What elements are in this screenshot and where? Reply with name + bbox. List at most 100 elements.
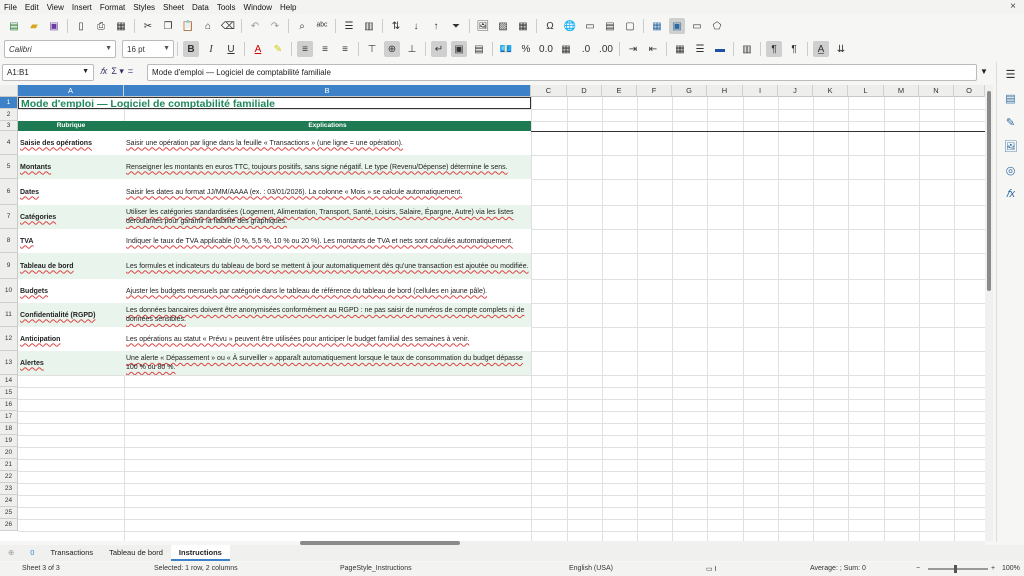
border-style-icon[interactable]: ☰ <box>692 41 708 57</box>
row-header-21[interactable]: 21 <box>0 459 18 471</box>
rubrique-cell[interactable]: Confidentialité (RGPD) <box>18 303 124 327</box>
define-print-area-icon[interactable]: ▢ <box>622 18 638 34</box>
increase-indent-icon[interactable]: ⇥ <box>625 41 641 57</box>
sheet-tab-instructions[interactable]: Instructions <box>170 545 230 561</box>
clone-formatting-icon[interactable]: ⌂ <box>200 18 216 34</box>
selection-mode-icon[interactable]: ▭ I <box>706 565 717 573</box>
column-header-g[interactable]: G <box>672 85 707 97</box>
explication-cell[interactable]: Saisir les dates au format JJ/MM/AAAA (e… <box>124 179 531 205</box>
row-header-4[interactable]: 4 <box>0 131 18 155</box>
row-header-2[interactable]: 2 <box>0 109 18 121</box>
font-size-combo[interactable]: 16 pt ▼ <box>122 40 174 58</box>
status-language[interactable]: English (USA) <box>569 565 613 572</box>
row-header-9[interactable]: 9 <box>0 253 18 279</box>
sheet-nav[interactable]: 0 <box>22 545 42 561</box>
menu-icon[interactable]: ☰ <box>1003 66 1019 82</box>
border-color-icon[interactable]: ▬ <box>712 41 728 57</box>
status-pagestyle[interactable]: PageStyle_Instructions <box>340 565 412 572</box>
rubrique-cell[interactable]: Alertes <box>18 351 124 375</box>
date-icon[interactable]: ▦ <box>558 41 574 57</box>
close-document-icon[interactable]: × <box>1010 1 1016 12</box>
explication-cell[interactable]: Saisir une opération par ligne dans la f… <box>124 131 531 155</box>
corner-select-all[interactable] <box>0 85 18 97</box>
explication-cell[interactable]: Les formules et indicateurs du tableau d… <box>124 253 531 279</box>
explication-cell[interactable]: Renseigner les montants en euros TTC, to… <box>124 155 531 179</box>
functions-icon[interactable]: 𝑓x <box>1003 186 1019 202</box>
show-draw-functions-icon[interactable]: ▭ <box>689 18 705 34</box>
text-vertical-icon[interactable]: A̲ <box>813 41 829 57</box>
row-header-24[interactable]: 24 <box>0 495 18 507</box>
sheet-title[interactable]: Mode d'emploi — Logiciel de comptabilité… <box>18 97 531 109</box>
name-box[interactable]: A1:B1 ▼ <box>2 64 94 81</box>
row-header-16[interactable]: 16 <box>0 399 18 411</box>
spreadsheet-grid[interactable]: A B C D E F G H I J K L M N O 1 2 3 4 5 6 7 8 9 10 11 12 13 14 15 16 17… <box>0 85 985 541</box>
wrap-text-icon[interactable]: ↵ <box>431 41 447 57</box>
menu-styles[interactable]: Styles <box>129 3 159 12</box>
menu-edit[interactable]: Edit <box>21 3 43 12</box>
menu-data[interactable]: Data <box>188 3 213 12</box>
formula-input[interactable]: Mode d'emploi — Logiciel de comptabilité… <box>147 64 977 81</box>
sum-icon[interactable]: Σ ▾ <box>111 66 124 77</box>
sheet-tab-transactions[interactable]: Transactions <box>42 545 101 561</box>
add-decimal-icon[interactable]: .0 <box>578 41 594 57</box>
italic-icon[interactable]: I <box>203 41 219 57</box>
rubrique-cell[interactable]: Catégories <box>18 205 124 229</box>
rubrique-cell[interactable]: Dates <box>18 179 124 205</box>
column-header-f[interactable]: F <box>637 85 672 97</box>
expand-formula-icon[interactable]: ▼ <box>980 67 988 76</box>
explication-cell[interactable]: Ajuster les budgets mensuels par catégor… <box>124 279 531 303</box>
properties-icon[interactable]: ▤ <box>1003 90 1019 106</box>
zoom-knob[interactable] <box>954 565 957 573</box>
column-header-k[interactable]: K <box>813 85 848 97</box>
rubrique-cell[interactable]: Montants <box>18 155 124 179</box>
row-header-6[interactable]: 6 <box>0 179 18 205</box>
align-bottom-icon[interactable]: ⊥ <box>404 41 420 57</box>
find-replace-icon[interactable]: ⌕ <box>294 18 310 34</box>
insert-image-icon[interactable]: 🖼 <box>475 18 491 34</box>
undo-icon[interactable]: ↶ <box>247 18 263 34</box>
row-header-23[interactable]: 23 <box>0 483 18 495</box>
pivot-table-icon[interactable]: ▦ <box>515 18 531 34</box>
comment-icon[interactable]: ▭ <box>582 18 598 34</box>
column-header-n[interactable]: N <box>919 85 954 97</box>
explication-cell[interactable]: Une alerte « Dépassement » ou « À survei… <box>124 351 531 375</box>
column-header-j[interactable]: J <box>778 85 813 97</box>
explication-cell[interactable]: Utiliser les catégories standardisées (L… <box>124 205 531 229</box>
menu-file[interactable]: File <box>0 3 21 12</box>
row-header-11[interactable]: 11 <box>0 303 18 327</box>
font-name-combo[interactable]: Calibri ▼ <box>4 40 116 58</box>
row-header-10[interactable]: 10 <box>0 279 18 303</box>
zoom-out-icon[interactable]: − <box>916 565 920 572</box>
sheet-tab-tableau-de-bord[interactable]: Tableau de bord <box>101 545 171 561</box>
unmerge-icon[interactable]: ▤ <box>471 41 487 57</box>
column-header-c[interactable]: C <box>531 85 567 97</box>
row-header-25[interactable]: 25 <box>0 507 18 519</box>
row-header-3[interactable]: 3 <box>0 121 18 131</box>
explication-cell[interactable]: Les données bancaires doivent être anony… <box>124 303 531 327</box>
menu-tools[interactable]: Tools <box>213 3 240 12</box>
open-icon[interactable]: ▰ <box>26 18 42 34</box>
rubrique-cell[interactable]: Budgets <box>18 279 124 303</box>
row-header-17[interactable]: 17 <box>0 411 18 423</box>
column-header-h[interactable]: H <box>707 85 743 97</box>
row-header-8[interactable]: 8 <box>0 229 18 253</box>
column-header-e[interactable]: E <box>602 85 637 97</box>
column-header-a[interactable]: A <box>18 85 124 97</box>
spelling-icon[interactable]: ᵃᵇᶜ <box>314 18 330 34</box>
percent-icon[interactable]: % <box>518 41 534 57</box>
row-header-20[interactable]: 20 <box>0 447 18 459</box>
currency-icon[interactable]: 💶 <box>498 41 514 57</box>
zoom-in-icon[interactable]: + <box>991 565 995 572</box>
styles-icon[interactable]: ✎ <box>1003 114 1019 130</box>
row-icon[interactable]: ☰ <box>341 18 357 34</box>
column-header-b[interactable]: B <box>124 85 531 97</box>
print-preview-icon[interactable]: ▦ <box>113 18 129 34</box>
column-header-d[interactable]: D <box>567 85 602 97</box>
menu-view[interactable]: View <box>43 3 68 12</box>
status-zoom[interactable]: 100% <box>1002 565 1020 572</box>
rubrique-cell[interactable]: TVA <box>18 229 124 253</box>
add-sheet-icon[interactable]: ⊕ <box>0 545 22 561</box>
ltr-icon[interactable]: ¶ <box>766 41 782 57</box>
save-icon[interactable]: ▣ <box>46 18 62 34</box>
align-center-icon[interactable]: ≡ <box>317 41 333 57</box>
